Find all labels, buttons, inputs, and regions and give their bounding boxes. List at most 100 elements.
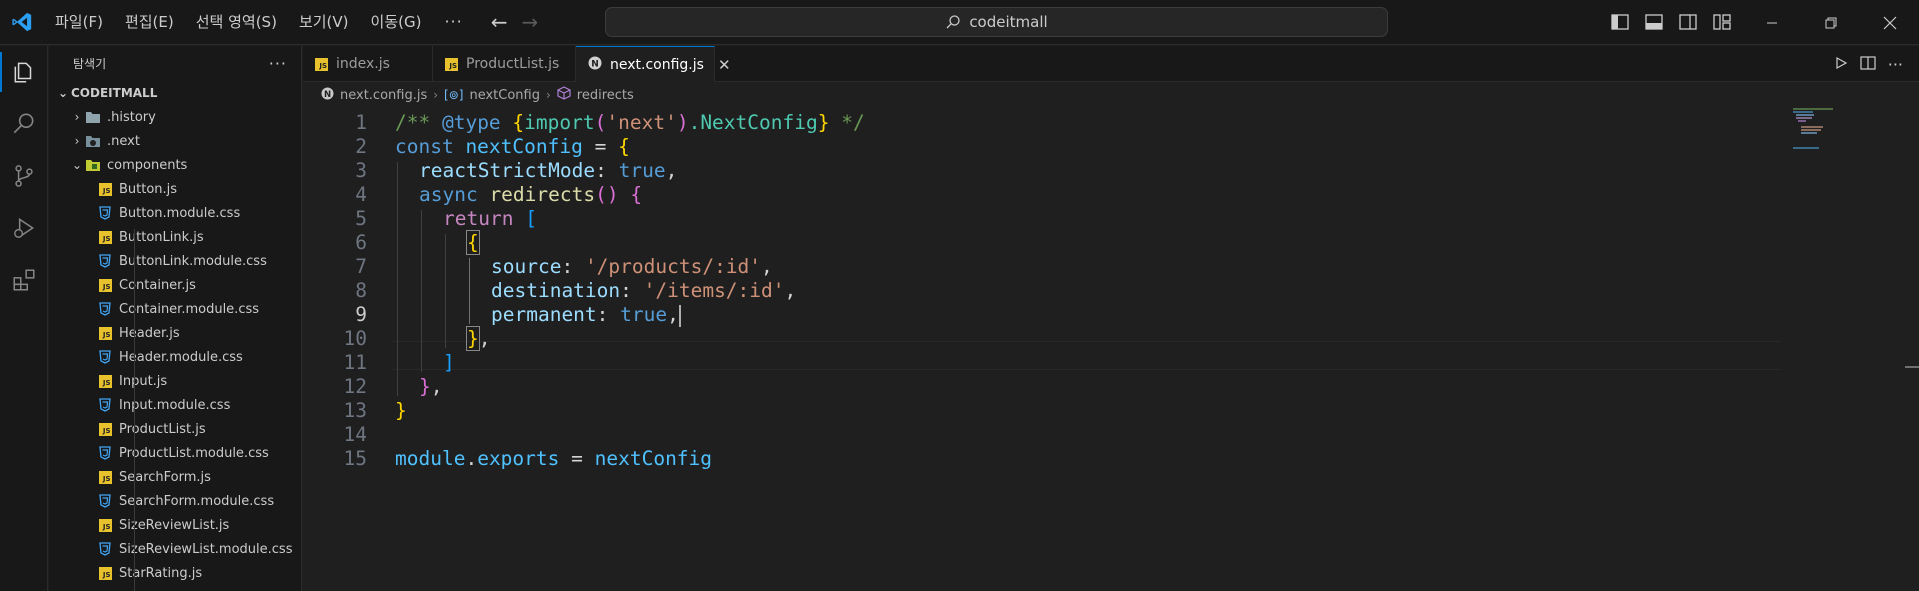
folder-icon (85, 109, 101, 125)
forward-arrow-icon[interactable]: → (521, 10, 538, 34)
menu-more-button[interactable]: ··· (432, 7, 474, 37)
tree-file-item[interactable]: Button.module.css (49, 201, 301, 225)
tree-item-label: components (107, 157, 188, 173)
tree-file-item[interactable]: JS ProductList.js (49, 417, 301, 441)
tree-indent-guide (134, 229, 135, 591)
tab-label: next.config.js (610, 57, 704, 73)
tree-item-label: Button.module.css (119, 205, 241, 221)
css-file-icon (97, 253, 113, 269)
js-file-icon: JS (97, 325, 113, 341)
customize-layout-icon[interactable] (1710, 10, 1733, 33)
line-number: 4 (355, 183, 367, 207)
tree-file-item[interactable]: JS Header.js (49, 321, 301, 345)
menu-selection[interactable]: 선택 영역(S) (185, 7, 288, 37)
close-window-icon[interactable] (1860, 0, 1919, 45)
tree-item-label: ButtonLink.js (119, 229, 204, 245)
menu-go[interactable]: 이동(G) (360, 7, 433, 37)
code-editor[interactable]: 1 /** @type {import('next').NextConfig} … (303, 108, 1919, 591)
tree-file-item[interactable]: JS ButtonLink.js (49, 225, 301, 249)
minimize-icon[interactable] (1742, 0, 1801, 45)
tree-file-item[interactable]: SearchForm.module.css (49, 489, 301, 513)
toggle-secondary-sidebar-icon[interactable] (1676, 10, 1699, 33)
tree-item-label: ProductList.js (119, 421, 206, 437)
layout-controls (1608, 10, 1733, 33)
tree-file-item[interactable]: Header.module.css (49, 345, 301, 369)
js-file-icon: JS (97, 277, 113, 293)
indent-guide (445, 234, 446, 348)
chevron-right-icon: › (74, 134, 80, 148)
line-number: 2 (355, 135, 367, 159)
tree-file-item[interactable]: Input.module.css (49, 393, 301, 417)
editor-tabs: JS index.js JS ProductList.js N next.con… (303, 46, 1919, 83)
tree-item-label: Input.module.css (119, 397, 231, 413)
extensions-icon[interactable] (0, 254, 48, 306)
tree-file-item[interactable]: JS SearchForm.js (49, 465, 301, 489)
navigation-arrows: ← → (491, 10, 539, 34)
tree-file-item[interactable]: JS Container.js (49, 273, 301, 297)
line-number: 11 (343, 351, 367, 375)
tab-next-config-js[interactable]: N next.config.js ✕ (576, 46, 731, 83)
next-folder-icon (85, 133, 101, 149)
back-arrow-icon[interactable]: ← (491, 10, 508, 34)
close-tab-icon[interactable]: ✕ (718, 56, 731, 74)
next-js-icon: N (321, 87, 334, 104)
indent-guide (421, 210, 422, 372)
line-number: 12 (343, 375, 367, 399)
minimap[interactable] (1793, 108, 1853, 149)
explorer-more-button[interactable]: ··· (269, 54, 287, 73)
line-number: 5 (355, 207, 367, 231)
css-file-icon (97, 493, 113, 509)
tree-item-label: Header.js (119, 325, 180, 341)
tree-folder-history[interactable]: › .history (49, 105, 301, 129)
run-icon[interactable] (1834, 55, 1848, 74)
run-and-debug-icon[interactable] (0, 202, 48, 254)
tree-folder-next[interactable]: › .next (49, 129, 301, 153)
tree-item-label: ProductList.module.css (119, 445, 269, 461)
tab-productlist-js[interactable]: JS ProductList.js (433, 46, 576, 82)
breadcrumb-symbol-nextconfig[interactable]: nextConfig (469, 88, 540, 103)
explorer-icon[interactable] (0, 46, 48, 98)
tree-file-item[interactable]: JS SizeReviewList.js (49, 513, 301, 537)
tree-folder-components[interactable]: ⌄ components (49, 153, 301, 177)
tree-item-label: SearchForm.module.css (119, 493, 275, 509)
editor-actions: ··· (1834, 46, 1919, 82)
chevron-right-icon: › (74, 110, 80, 124)
tree-file-item[interactable]: ButtonLink.module.css (49, 249, 301, 273)
tree-file-item[interactable]: SizeReviewList.module.css (49, 537, 301, 561)
restore-icon[interactable] (1801, 0, 1860, 45)
menu-view[interactable]: 보기(V) (288, 7, 360, 37)
tree-file-item[interactable]: JS StarRating.js (49, 561, 301, 585)
command-center-text: codeitmall (969, 13, 1048, 31)
tab-index-js[interactable]: JS index.js (303, 46, 433, 82)
toggle-primary-sidebar-icon[interactable] (1608, 10, 1631, 33)
scrollbar-cursor-marker (1905, 366, 1919, 368)
tree-file-item[interactable]: ProductList.module.css (49, 441, 301, 465)
breadcrumb-file[interactable]: next.config.js (340, 88, 427, 103)
js-file-icon: JS (97, 517, 113, 533)
menu-file[interactable]: 파일(F) (44, 7, 114, 37)
command-center-search[interactable]: codeitmall (605, 7, 1388, 37)
workspace-section[interactable]: ⌄ CODEITMALL (49, 81, 301, 105)
css-file-icon (97, 205, 113, 221)
tab-label: index.js (336, 56, 390, 72)
search-view-icon[interactable] (0, 98, 48, 150)
more-actions-button[interactable]: ··· (1888, 55, 1903, 74)
code-line: 15 module.exports = nextConfig (303, 444, 1783, 474)
tree-item-label: Button.js (119, 181, 178, 197)
line-number: 13 (343, 399, 367, 423)
breadcrumb-symbol-redirects[interactable]: redirects (577, 88, 634, 103)
source-control-icon[interactable] (0, 150, 48, 202)
toggle-panel-icon[interactable] (1642, 10, 1665, 33)
menu-edit[interactable]: 편집(E) (114, 7, 185, 37)
tree-file-item[interactable]: Container.module.css (49, 297, 301, 321)
split-editor-icon[interactable] (1860, 55, 1876, 74)
tree-file-item[interactable]: JS Button.js (49, 177, 301, 201)
tree-item-label: .history (107, 109, 156, 125)
title-bar: 파일(F) 편집(E) 선택 영역(S) 보기(V) 이동(G) ··· ← →… (0, 0, 1919, 45)
svg-text:N: N (324, 90, 331, 100)
explorer-header: 탐색기 ··· (49, 46, 301, 81)
chevron-down-icon: ⌄ (71, 158, 83, 172)
vscode-logo-icon (0, 0, 44, 45)
tree-file-item[interactable]: JS Input.js (49, 369, 301, 393)
line-number: 3 (355, 159, 367, 183)
